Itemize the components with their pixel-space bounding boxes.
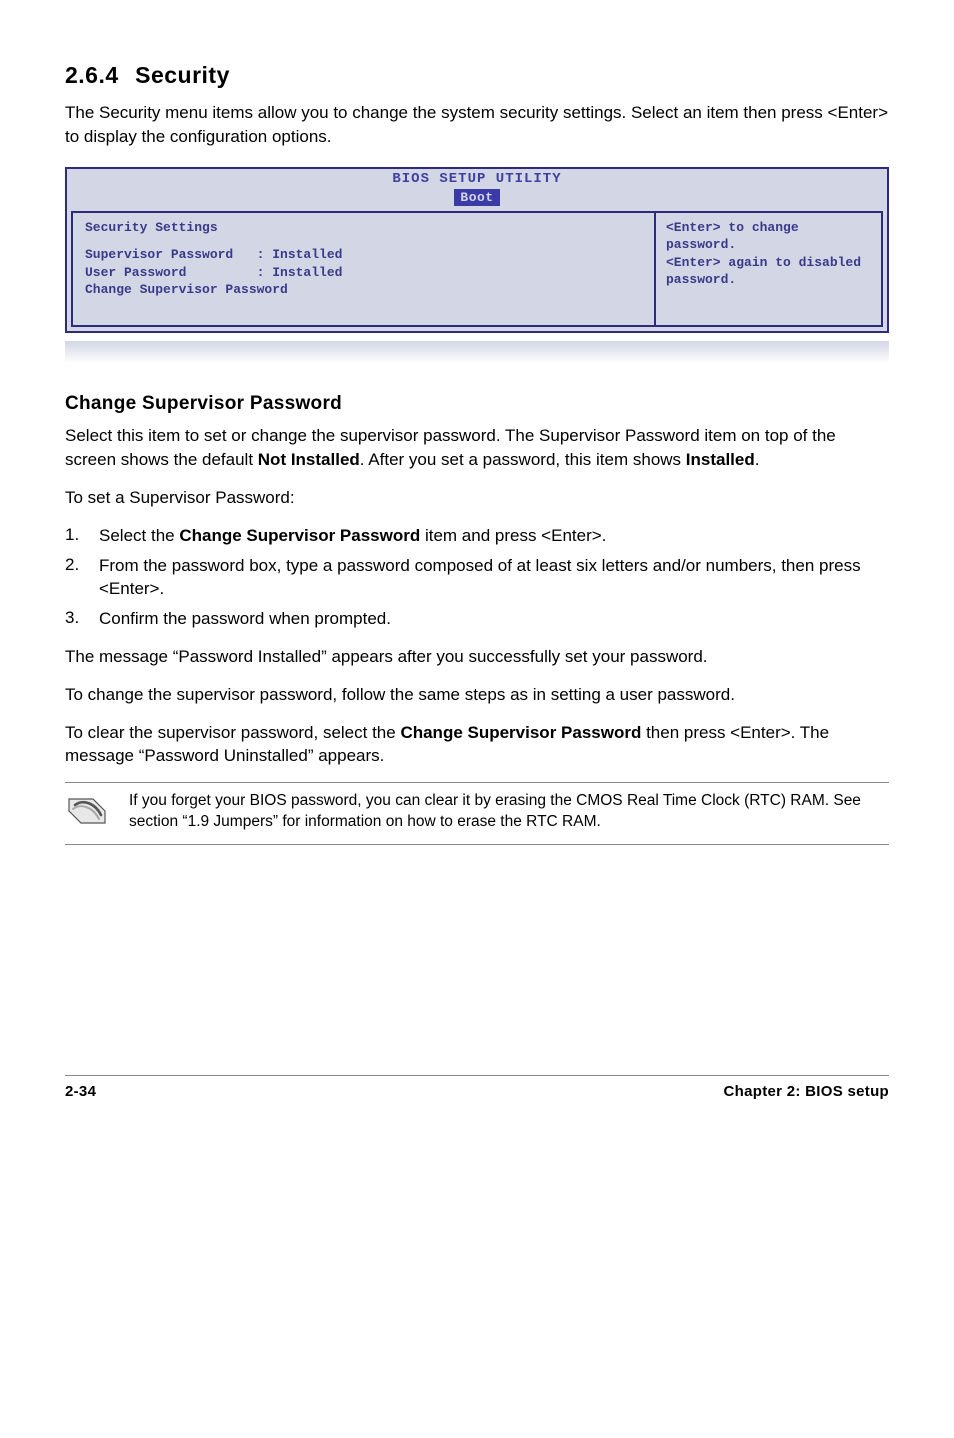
bios-left-panel: Security Settings Supervisor Password : … [73,213,656,325]
paragraph-2: To set a Supervisor Password: [65,486,889,510]
bios-user-row: User Password : Installed [85,264,642,282]
list-item: 2. From the password box, type a passwor… [65,554,889,602]
bios-title: BIOS SETUP UTILITY [67,169,887,189]
page-footer: 2-34 Chapter 2: BIOS setup [65,1075,889,1102]
note-icon [65,791,111,836]
note-text: If you forget your BIOS password, you ca… [129,791,889,833]
paragraph-3: The message “Password Installed” appears… [65,645,889,669]
section-heading: 2.6.4 Security [65,60,889,91]
paragraph-4: To change the supervisor password, follo… [65,683,889,707]
bios-security-header: Security Settings [85,219,642,237]
section-title: Security [135,62,230,88]
bios-screenshot: BIOS SETUP UTILITY Boot Security Setting… [65,167,889,363]
note-box: If you forget your BIOS password, you ca… [65,782,889,845]
paragraph-1: Select this item to set or change the su… [65,424,889,472]
steps-list: 1. Select the Change Supervisor Password… [65,524,889,631]
intro-paragraph: The Security menu items allow you to cha… [65,101,889,149]
bios-tab-boot: Boot [454,189,499,207]
bios-change-supervisor: Change Supervisor Password [85,281,642,299]
list-item: 1. Select the Change Supervisor Password… [65,524,889,548]
sub-heading: Change Supervisor Password [65,391,889,417]
bios-supervisor-row: Supervisor Password : Installed [85,246,642,264]
chapter-label: Chapter 2: BIOS setup [724,1082,890,1102]
section-number: 2.6.4 [65,62,119,88]
bios-help-panel: <Enter> to change password. <Enter> agai… [656,213,881,325]
paragraph-5: To clear the supervisor password, select… [65,721,889,769]
page-number: 2-34 [65,1082,96,1102]
fade-gradient [65,341,889,363]
list-item: 3. Confirm the password when prompted. [65,607,889,631]
